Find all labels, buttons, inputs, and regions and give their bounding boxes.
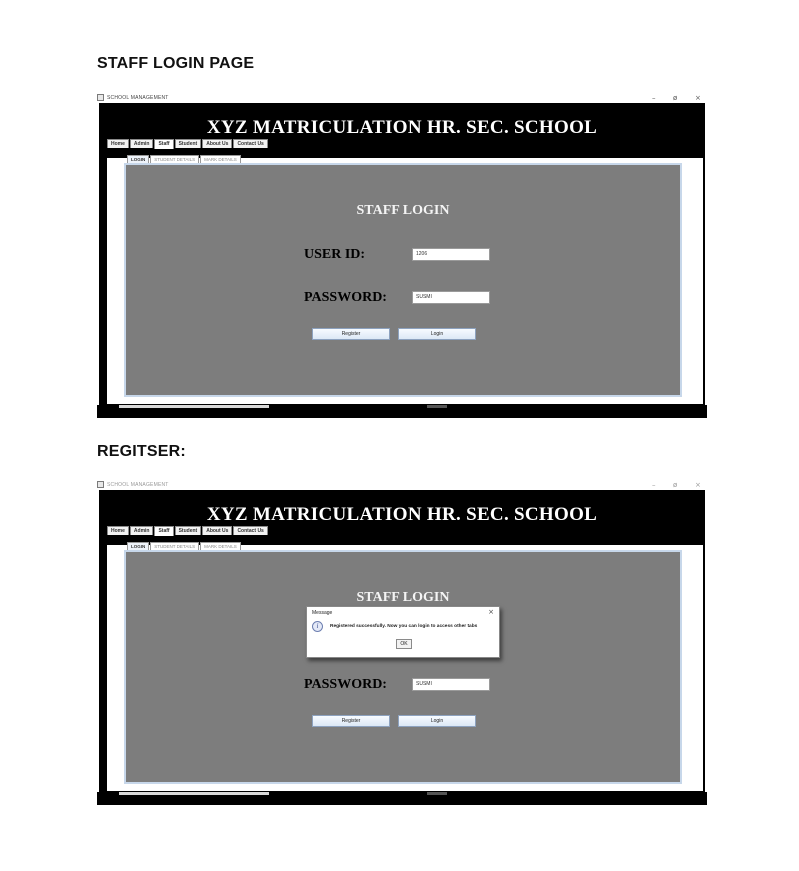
school-name: XYZ MATRICULATION HR. SEC. SCHOOL [206, 117, 598, 138]
app-window-login: SCHOOL MANAGEMENT – ø × XYZ MATRICULATIO… [97, 93, 707, 418]
tab-student[interactable]: Student [174, 526, 202, 535]
dialog-close-icon[interactable]: × [488, 608, 494, 616]
ok-button[interactable]: OK [396, 639, 412, 649]
message-dialog: Message × i Registered successfully. Now… [306, 606, 500, 658]
bottom-strip-segment [119, 405, 269, 408]
subtab-login[interactable]: LOGIN [127, 155, 150, 163]
subtab-student-details[interactable]: STUDENT DETAILS [150, 542, 200, 550]
maximize-icon[interactable]: ø [673, 480, 677, 490]
tab-home[interactable]: Home [107, 526, 129, 535]
minimize-icon[interactable]: – [652, 93, 656, 103]
bottom-strip-segment [427, 792, 447, 795]
tab-contact-us[interactable]: Contact Us [233, 139, 268, 148]
tab-admin[interactable]: Admin [129, 139, 154, 148]
password-label: PASSWORD: [304, 290, 387, 305]
tab-contact-us[interactable]: Contact Us [233, 526, 268, 535]
main-tabs: Home Admin Staff Student About Us Contac… [107, 139, 269, 149]
userid-label: USER ID: [304, 247, 366, 262]
dialog-message: Registered successfully. Now you can log… [330, 624, 478, 629]
login-button[interactable]: Login [398, 715, 476, 727]
subtab-mark-details[interactable]: MARK DETAILS [200, 155, 241, 163]
bottom-strip-segment [119, 792, 269, 795]
password-field[interactable]: SUSMI [412, 291, 490, 304]
tab-admin[interactable]: Admin [129, 526, 154, 535]
tab-about-us[interactable]: About Us [202, 526, 233, 535]
close-icon[interactable]: × [695, 93, 701, 103]
login-panel: STAFF LOGIN USER ID: 1206 PASSWORD: SUSM… [124, 163, 682, 397]
bottom-strip [97, 405, 707, 418]
subtab-mark-details[interactable]: MARK DETAILS [200, 542, 241, 550]
window-title: SCHOOL MANAGEMENT [107, 482, 169, 488]
subtab-student-details[interactable]: STUDENT DETAILS [150, 155, 200, 163]
tab-staff[interactable]: Staff [154, 139, 174, 149]
school-name: XYZ MATRICULATION HR. SEC. SCHOOL [206, 504, 598, 525]
tab-about-us[interactable]: About Us [202, 139, 233, 148]
register-button[interactable]: Register [312, 328, 390, 340]
tab-home[interactable]: Home [107, 139, 129, 148]
section-heading-register: REGITSER: [97, 443, 186, 460]
bottom-strip-segment [427, 405, 447, 408]
password-field[interactable]: SUSMI [412, 678, 490, 691]
app-icon [97, 481, 104, 488]
tab-staff[interactable]: Staff [154, 526, 174, 536]
staff-subtabs: LOGIN STUDENT DETAILS MARK DETAILS [127, 542, 242, 550]
staff-subtabs: LOGIN STUDENT DETAILS MARK DETAILS [127, 155, 242, 163]
subtab-login[interactable]: LOGIN [127, 542, 150, 550]
app-window-register: SCHOOL MANAGEMENT – ø × XYZ MATRICULATIO… [97, 480, 707, 805]
main-tabs: Home Admin Staff Student About Us Contac… [107, 526, 269, 536]
dialog-title: Message [312, 610, 333, 616]
info-icon: i [312, 621, 323, 632]
window-titlebar: SCHOOL MANAGEMENT – ø × [97, 93, 707, 103]
app-icon [97, 94, 104, 101]
panel-title: STAFF LOGIN [356, 590, 450, 605]
login-button[interactable]: Login [398, 328, 476, 340]
tab-student[interactable]: Student [174, 139, 202, 148]
minimize-icon[interactable]: – [652, 480, 656, 490]
login-panel: STAFF LOGIN PASSWORD: SUSMI Register Log… [124, 550, 682, 784]
password-label: PASSWORD: [304, 677, 387, 692]
maximize-icon[interactable]: ø [673, 93, 677, 103]
register-button[interactable]: Register [312, 715, 390, 727]
window-titlebar: SCHOOL MANAGEMENT – ø × [97, 480, 707, 490]
section-heading-staff-login: STAFF LOGIN PAGE [97, 55, 255, 72]
bottom-strip [97, 792, 707, 805]
window-title: SCHOOL MANAGEMENT [107, 95, 169, 101]
panel-title: STAFF LOGIN [356, 203, 450, 218]
userid-field[interactable]: 1206 [412, 248, 490, 261]
close-icon[interactable]: × [695, 480, 701, 490]
